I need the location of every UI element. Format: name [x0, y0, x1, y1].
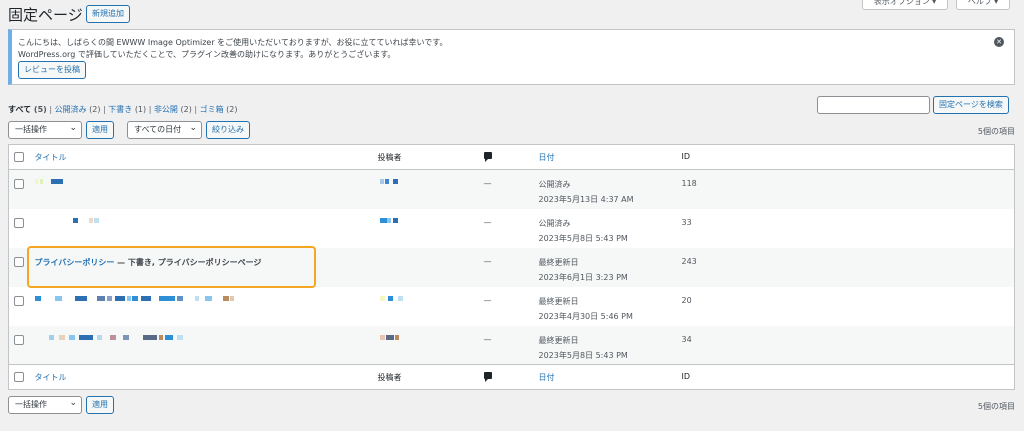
table-row: プライバシーポリシー — 下書き, プライバシーポリシーページ — 最終更新日 2…	[8, 247, 1015, 287]
comment-bubble-icon	[483, 152, 492, 162]
row-id: 33	[681, 217, 692, 227]
row-checkbox[interactable]	[14, 256, 24, 267]
dismiss-icon[interactable]: ✕	[994, 37, 1004, 47]
table-row: — 公開済み 2023年5月13日 4:37 AM 118	[8, 169, 1015, 209]
redacted-title[interactable]	[34, 295, 378, 306]
id-column-footer: ID	[681, 372, 691, 381]
table-row: — 公開済み 2023年5月8日 5:43 PM 33	[9, 209, 1015, 248]
redacted-author[interactable]	[378, 295, 484, 306]
id-column-header: ID	[681, 152, 691, 161]
filter-button[interactable]: 絞り込み	[206, 121, 250, 139]
comment-count: —	[483, 256, 492, 266]
items-count-bottom: 5個の項目	[977, 402, 1015, 411]
date-status: 最終更新日	[538, 335, 579, 345]
select-all-checkbox-footer[interactable]	[14, 372, 24, 382]
redacted-author[interactable]	[378, 179, 484, 189]
date-value: 2023年5月13日 4:37 AM	[538, 195, 634, 204]
help-button[interactable]: ヘルプ ▾	[956, 0, 1010, 10]
table-footer-row: タイトル 投稿者 日付 ID	[8, 364, 1015, 390]
pages-table: タイトル 投稿者 日付 ID — 公開済み 2023年5月13日 4:37 AM…	[8, 144, 1015, 390]
search-pages-button[interactable]: 固定ページを検索	[933, 96, 1009, 114]
plugin-review-notice: こんにちは、しばらくの間 EWWW Image Optimizer をご使用いた…	[8, 29, 1015, 85]
redacted-author[interactable]	[378, 217, 484, 228]
date-value: 2023年6月1日 3:23 PM	[538, 272, 628, 282]
redacted-title[interactable]	[35, 217, 378, 228]
notice-text-line-1: こんにちは、しばらくの間 EWWW Image Optimizer をご使用いた…	[18, 38, 448, 47]
screen-options-button[interactable]: 表示オプション ▾	[862, 0, 948, 10]
row-checkbox[interactable]	[14, 295, 24, 306]
date-filter-select[interactable]: すべての日付	[127, 120, 202, 139]
table-row: — 最終更新日 2023年5月8日 5:43 PM 34	[8, 325, 1015, 365]
table-row: — 最終更新日 2023年4月30日 5:46 PM 20	[9, 287, 1015, 326]
comment-count: —	[483, 295, 492, 305]
bulk-action-value: 一括操作	[15, 400, 47, 409]
search-input[interactable]	[817, 96, 930, 114]
notice-text-line-2: WordPress.org で評価していただくことで、プラグイン改善の助けになり…	[18, 50, 396, 59]
row-id: 243	[681, 256, 697, 266]
row-checkbox[interactable]	[14, 334, 24, 345]
date-status: 公開済み	[538, 180, 571, 189]
view-trash[interactable]: ゴミ箱 (2)	[200, 105, 238, 114]
row-checkbox[interactable]	[14, 179, 24, 189]
date-column-header[interactable]: 日付	[539, 153, 555, 162]
post-state-label: — 下書き, プライバシーポリシーページ	[114, 257, 262, 267]
comment-count: —	[483, 179, 492, 188]
row-id: 34	[681, 334, 692, 344]
title-column-header[interactable]: タイトル	[35, 153, 67, 162]
select-all-checkbox[interactable]	[14, 152, 24, 162]
view-private[interactable]: 非公開 (2)	[154, 105, 192, 114]
page-title: 固定ページ	[8, 6, 83, 24]
items-count-top: 5個の項目	[977, 127, 1015, 136]
date-filter-value: すべての日付	[134, 125, 182, 134]
date-status: 最終更新日	[538, 257, 579, 267]
redacted-title[interactable]	[34, 179, 378, 189]
add-new-page-button[interactable]: 新規追加	[86, 5, 130, 23]
date-value: 2023年4月30日 5:46 PM	[538, 311, 633, 321]
date-value: 2023年5月8日 5:43 PM	[538, 350, 628, 360]
row-id: 118	[681, 179, 697, 188]
comment-bubble-icon	[483, 372, 492, 382]
apply-button-bottom[interactable]: 適用	[86, 396, 114, 414]
date-column-footer[interactable]: 日付	[539, 373, 555, 382]
row-id: 20	[681, 295, 692, 305]
bulk-action-select-bottom[interactable]: 一括操作	[8, 395, 82, 414]
row-checkbox[interactable]	[14, 217, 24, 228]
redacted-author[interactable]	[378, 334, 484, 345]
redacted-title[interactable]	[35, 334, 378, 345]
author-column-footer: 投稿者	[377, 373, 402, 382]
status-filter-views: すべて (5) | 公開済み (2) | 下書き (1) | 非公開 (2) |…	[8, 105, 238, 114]
comment-count: —	[483, 217, 492, 227]
date-value: 2023年5月8日 5:43 PM	[538, 233, 628, 243]
view-all[interactable]: すべて (5)	[8, 105, 47, 114]
date-status: 最終更新日	[538, 296, 579, 306]
date-status: 公開済み	[538, 218, 571, 228]
view-draft[interactable]: 下書き (1)	[108, 105, 146, 114]
table-header-row: タイトル 投稿者 日付 ID	[8, 144, 1015, 170]
view-published[interactable]: 公開済み (2)	[55, 105, 101, 114]
apply-button-top[interactable]: 適用	[86, 121, 114, 139]
author-column-header: 投稿者	[377, 153, 402, 162]
comment-count: —	[483, 334, 492, 344]
post-review-button[interactable]: レビューを投稿	[18, 61, 86, 79]
bulk-action-value: 一括操作	[15, 125, 47, 134]
title-column-footer[interactable]: タイトル	[35, 373, 67, 382]
row-title-link[interactable]: プライバシーポリシー	[35, 258, 115, 267]
bulk-action-select-top[interactable]: 一括操作	[8, 120, 82, 139]
